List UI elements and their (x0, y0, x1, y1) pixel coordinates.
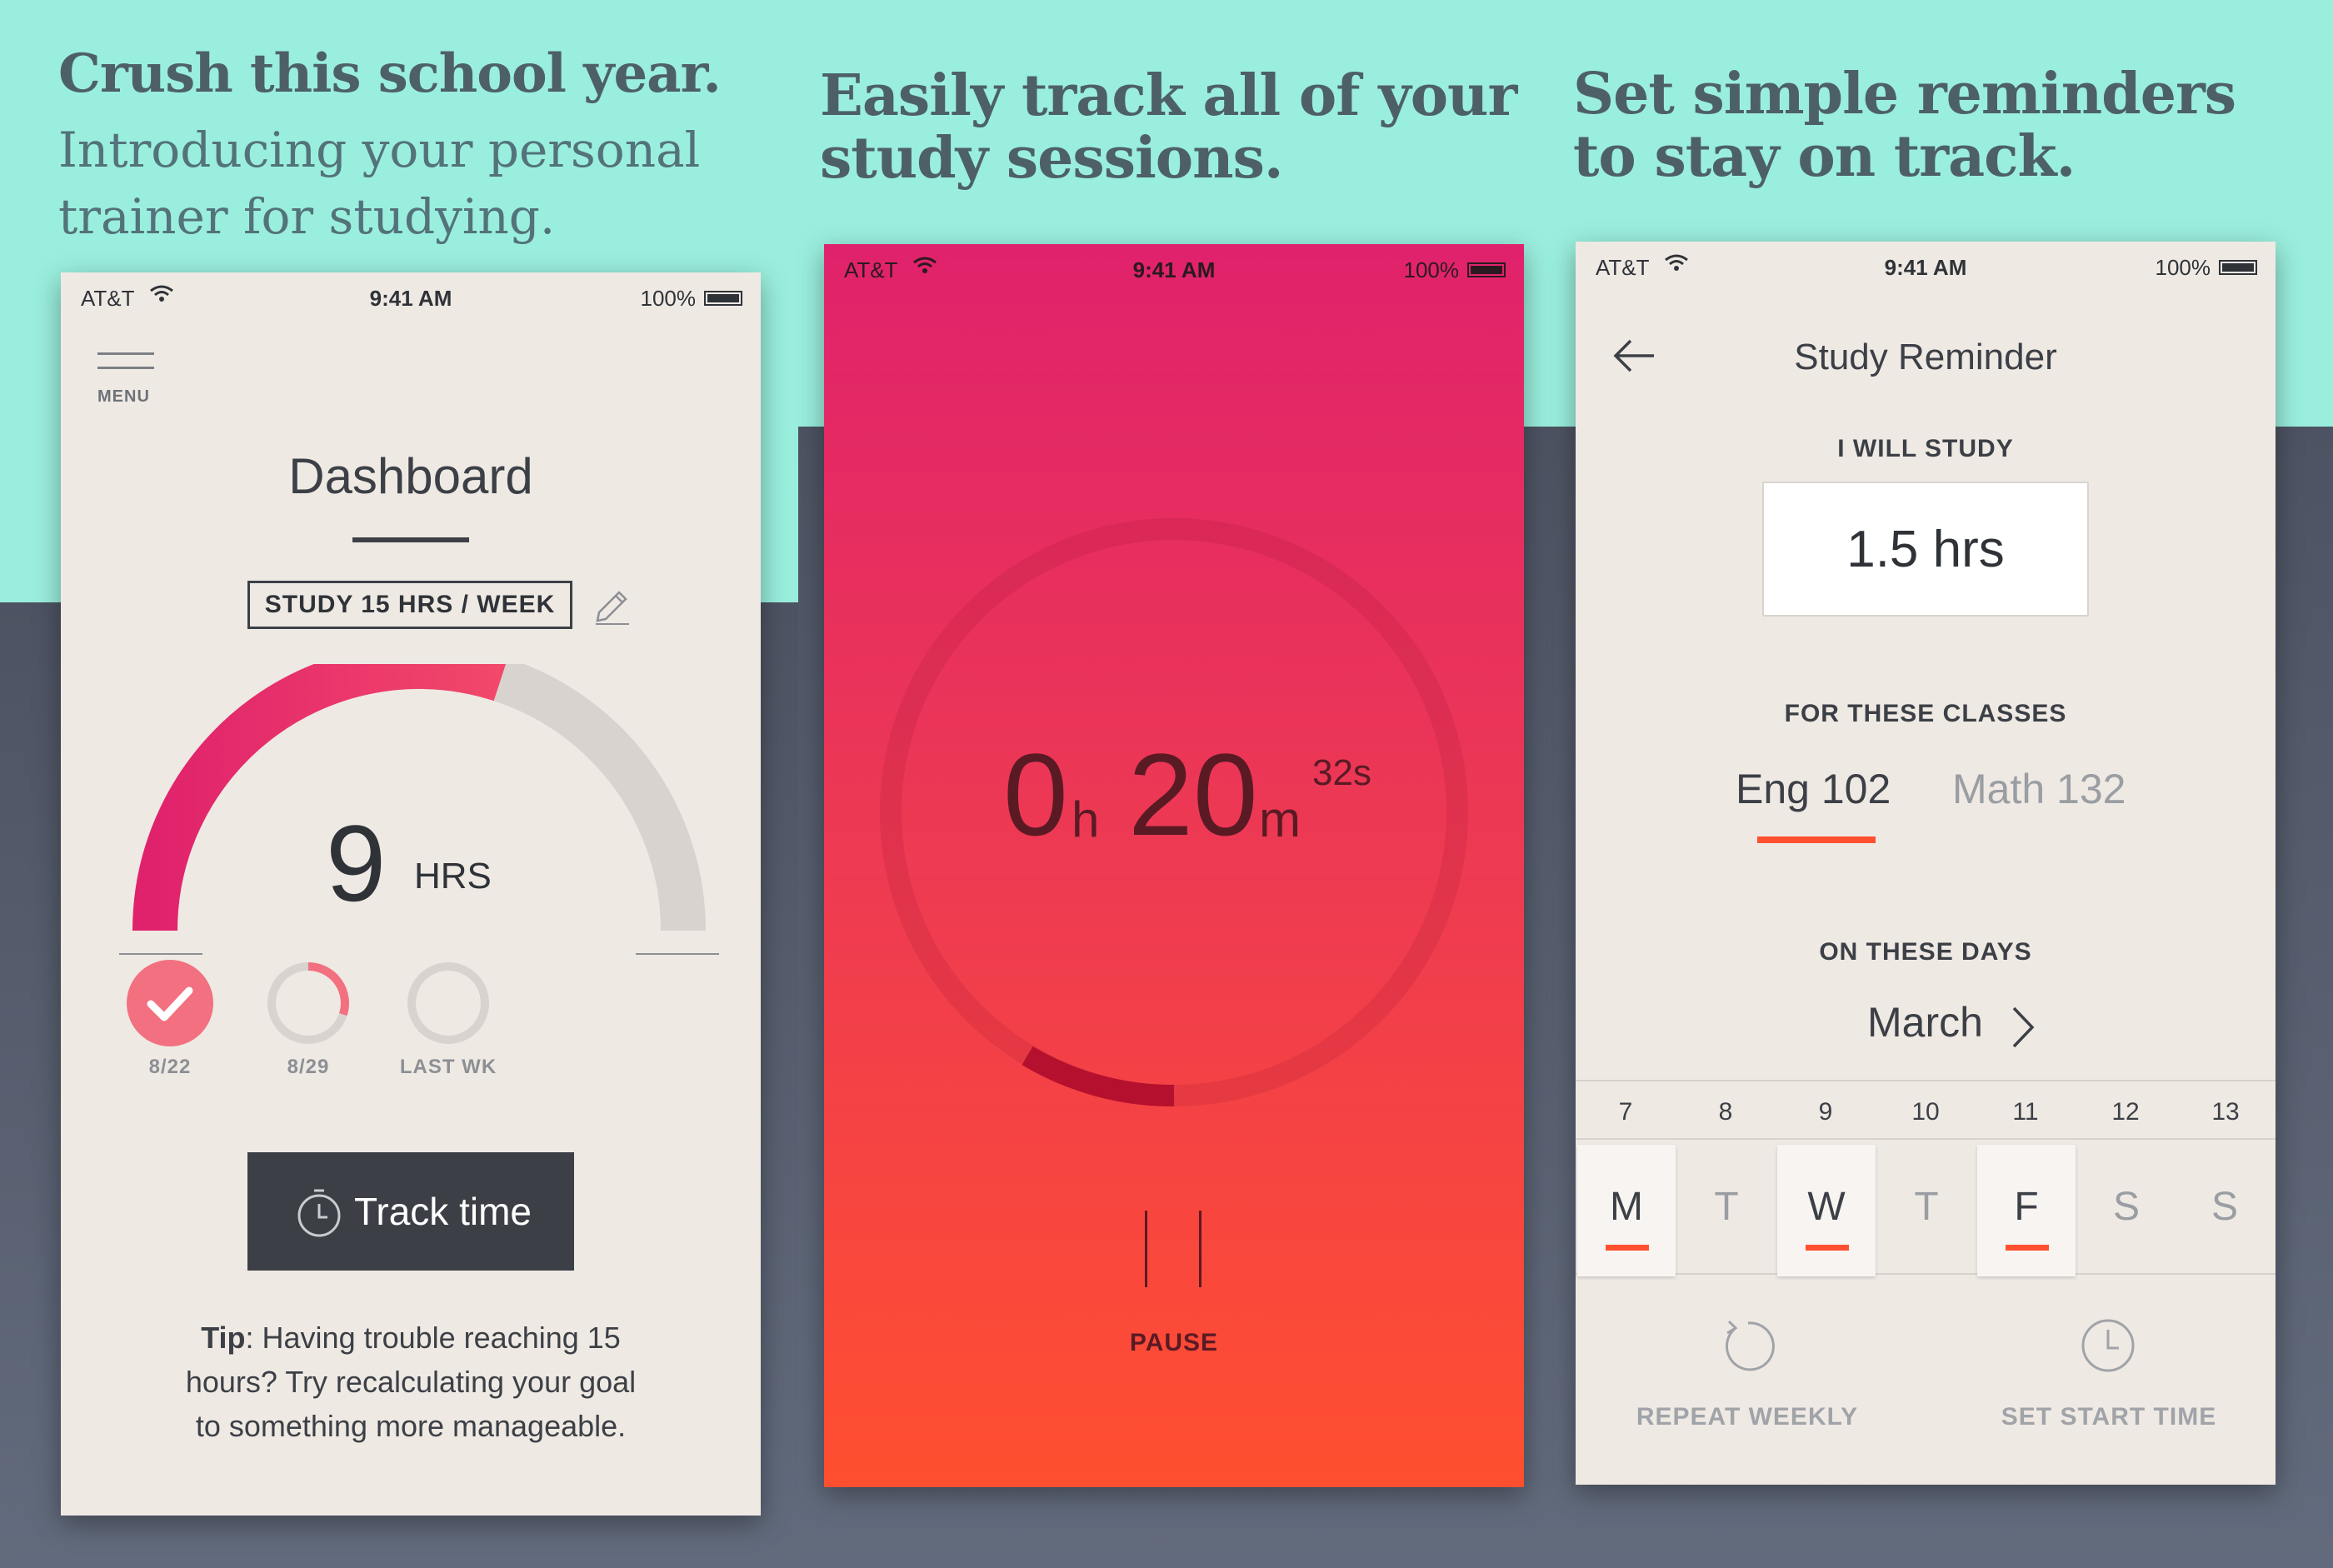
will-study-label: I WILL STUDY (1837, 435, 2014, 462)
date-number: 11 (2012, 1098, 2039, 1126)
study-reminder-screen: AT&T 9:41 AM 100% Study Reminder I WILL … (1576, 242, 2276, 1485)
timer-hours: 0 (1003, 729, 1068, 860)
hours-unit: HRS (414, 856, 492, 896)
battery-percent: 100% (640, 286, 697, 311)
panel3-headline: Set simple reminders to stay on track. (1573, 63, 2236, 188)
battery-percent: 100% (2155, 255, 2211, 280)
title-underline (352, 537, 469, 542)
timer-hours-suffix: h (1072, 791, 1100, 847)
repeat-icon[interactable] (1719, 1316, 1777, 1375)
status-bar: AT&T 9:41 AM 100% (61, 272, 761, 322)
panel3-headline-line1: Set simple reminders (1573, 61, 2236, 127)
day-letter: T (1714, 1185, 1739, 1229)
chevron-right-icon[interactable] (2009, 1005, 2037, 1050)
calendar-divider-mid (1576, 1138, 2276, 1140)
tip-line-1: : Having trouble reaching 15 (245, 1321, 621, 1355)
week-label-2: 8/29 (287, 1056, 330, 1078)
repeat-weekly-button[interactable]: REPEAT WEEKLY (1622, 1403, 1872, 1431)
day-letter: W (1807, 1185, 1846, 1229)
tip-line-2: hours? Try recalculating your goal (185, 1365, 637, 1399)
date-number: 9 (1818, 1098, 1833, 1126)
day-toggle-friday[interactable]: F (1977, 1145, 2076, 1276)
date-number: 10 (1911, 1098, 1940, 1126)
day-letter: S (2112, 1185, 2140, 1229)
timer-minutes-suffix: m (1259, 791, 1301, 847)
panel2-headline: Easily track all of your study sessions. (820, 62, 1517, 192)
stopwatch-icon (297, 1189, 341, 1237)
timer-screen: AT&T 9:41 AM 100% 0 h 20 m 32s PAUSE (824, 244, 1524, 1487)
days-label: ON THESE DAYS (1819, 938, 2032, 966)
week-label-1: 8/22 (148, 1056, 192, 1078)
date-number: 13 (2211, 1098, 2240, 1126)
day-toggle-monday[interactable]: M (1577, 1145, 1676, 1276)
day-toggle-saturday[interactable]: S (2077, 1145, 2176, 1276)
day-selected-indicator (1606, 1245, 1649, 1251)
day-letter: M (1610, 1185, 1643, 1229)
menu-icon[interactable] (97, 352, 154, 381)
panel2-headline-line2: study sessions. (820, 124, 1284, 192)
status-bar: AT&T 9:41 AM 100% (1576, 242, 2276, 292)
week-label-3: LAST WK (399, 1056, 497, 1078)
pause-bar-left[interactable] (1145, 1211, 1147, 1287)
battery-icon (704, 291, 742, 306)
pause-bar-right[interactable] (1199, 1211, 1201, 1287)
battery-percent: 100% (1403, 257, 1460, 282)
week-empty-progress-icon[interactable] (402, 957, 494, 1049)
timer-minutes: 20 (1128, 729, 1258, 860)
week-complete-check-icon[interactable] (124, 957, 216, 1049)
panel1-headline: Crush this school year. (58, 42, 722, 105)
day-selected-indicator (1806, 1245, 1849, 1251)
tip-label: Tip (201, 1321, 246, 1355)
study-hours-input[interactable]: 1.5 hrs (1762, 482, 2089, 617)
day-selected-indicator (2006, 1245, 2049, 1251)
date-number: 8 (1718, 1098, 1733, 1126)
month-label: March (1867, 999, 1983, 1046)
hours-studied-value: 9 (326, 802, 387, 924)
panel1-subheadline-line1: Introducing your personal (58, 122, 701, 178)
menu-label[interactable]: MENU (97, 387, 150, 407)
status-bar: AT&T 9:41 AM 100% (824, 244, 1524, 294)
panel3-headline-line2: to stay on track. (1573, 122, 2076, 190)
classes-label: FOR THESE CLASSES (1784, 700, 2067, 727)
timer-progress-arc (1022, 1046, 1175, 1107)
pause-button-label[interactable]: PAUSE (824, 1329, 1524, 1357)
class-option-eng-102[interactable]: Eng 102 (1736, 765, 1891, 813)
calendar-divider-top (1576, 1080, 2276, 1081)
timer-seconds: 32s (1312, 752, 1371, 793)
page-title: Dashboard (288, 448, 533, 504)
day-toggle-tuesday[interactable]: T (1677, 1145, 1776, 1276)
day-toggle-sunday[interactable]: S (2176, 1145, 2274, 1276)
date-number: 7 (1618, 1098, 1633, 1126)
set-start-time-button[interactable]: SET START TIME (1984, 1403, 2234, 1431)
page-title: Study Reminder (1794, 337, 2057, 377)
day-letter: F (2014, 1185, 2039, 1229)
day-letter: T (1914, 1185, 1939, 1229)
weekly-goal-badge: STUDY 15 HRS / WEEK (247, 581, 572, 629)
battery-icon (1467, 262, 1506, 277)
date-number: 12 (2111, 1098, 2140, 1126)
panel1-subheadline: Introducing your personal trainer for st… (58, 117, 700, 250)
class-option-math-132[interactable]: Math 132 (1952, 765, 2126, 813)
day-toggle-wednesday[interactable]: W (1777, 1145, 1876, 1276)
clock-icon[interactable] (2079, 1316, 2137, 1375)
week-partial-progress-icon[interactable] (262, 957, 354, 1049)
selected-class-indicator (1757, 836, 1876, 843)
track-time-label: Track time (354, 1190, 532, 1233)
weekly-progress-gauge (119, 664, 719, 955)
panel2-headline-line1: Easily track all of your (820, 62, 1517, 129)
battery-icon (2219, 260, 2257, 275)
tip-text: Tip: Having trouble reaching 15 hours? T… (144, 1316, 677, 1448)
edit-pencil-icon[interactable] (591, 586, 632, 627)
panel1-subheadline-line2: trainer for studying. (58, 188, 556, 245)
day-letter: S (2211, 1185, 2238, 1229)
tip-line-3: to something more manageable. (195, 1409, 627, 1443)
track-time-button[interactable]: Track time (247, 1152, 574, 1271)
day-toggle-thursday[interactable]: T (1877, 1145, 1976, 1276)
dashboard-screen: AT&T 9:41 AM 100% MENU Dashboard STUDY 1… (61, 272, 761, 1516)
